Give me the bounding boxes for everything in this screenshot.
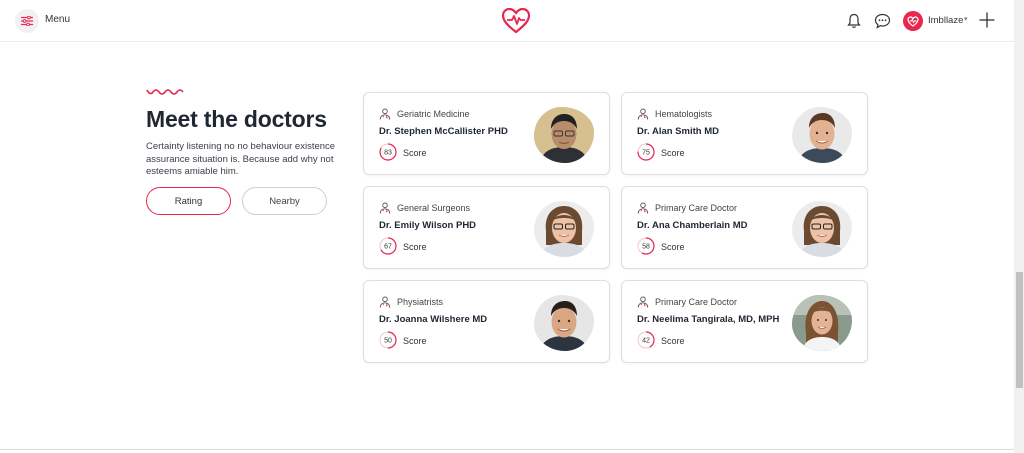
nearby-filter-button[interactable]: Nearby (242, 187, 327, 215)
doctor-card[interactable]: General Surgeons Dr. Emily Wilson PHD 67… (363, 186, 610, 269)
score-ring: 75 (637, 143, 655, 161)
doctor-photo (534, 107, 594, 163)
specialty-row: General Surgeons (379, 202, 470, 214)
specialty-label: Primary Care Doctor (655, 203, 738, 213)
doctor-photo (534, 201, 594, 257)
doctor-icon (379, 108, 391, 120)
specialty-row: Geriatric Medicine (379, 108, 470, 120)
scrollbar-thumb[interactable] (1016, 272, 1023, 388)
score-label: Score (661, 242, 685, 252)
doctor-name[interactable]: Dr. Stephen McCallister PHD (379, 126, 508, 137)
score-ring: 42 (637, 331, 655, 349)
doctor-card[interactable]: Primary Care Doctor Dr. Neelima Tangiral… (621, 280, 868, 363)
score-ring: 58 (637, 237, 655, 255)
doctor-photo (792, 201, 852, 257)
chevron-down-icon[interactable]: ▾ (964, 15, 968, 23)
user-name[interactable]: Imbllaze (928, 15, 963, 26)
specialty-label: Primary Care Doctor (655, 297, 738, 307)
doctor-icon (637, 202, 649, 214)
footer-divider (0, 449, 1014, 450)
squiggle-decoration (146, 89, 184, 95)
score-label: Score (403, 336, 427, 346)
svg-text:42: 42 (642, 338, 650, 345)
specialty-row: Hematologists (637, 108, 712, 120)
doctor-name[interactable]: Dr. Emily Wilson PHD (379, 220, 476, 231)
doctor-icon (379, 296, 391, 308)
section-title: Meet the doctors (146, 106, 327, 132)
doctor-card[interactable]: Primary Care Doctor Dr. Ana Chamberlain … (621, 186, 868, 269)
score-ring: 83 (379, 143, 397, 161)
specialty-label: Geriatric Medicine (397, 109, 470, 119)
doctor-name[interactable]: Dr. Ana Chamberlain MD (637, 220, 748, 231)
heart-icon (907, 15, 919, 27)
doctor-photo (792, 295, 852, 351)
doctor-name[interactable]: Dr. Joanna Wilshere MD (379, 314, 487, 325)
doctor-card[interactable]: Hematologists Dr. Alan Smith MD 75 Score (621, 92, 868, 175)
doctor-icon (637, 108, 649, 120)
sliders-icon (21, 16, 33, 26)
doctor-name[interactable]: Dr. Alan Smith MD (637, 126, 719, 137)
plus-icon[interactable] (979, 12, 995, 28)
bell-icon[interactable] (846, 13, 862, 29)
score-label: Score (661, 148, 685, 158)
score-label: Score (661, 336, 685, 346)
doctor-photo (534, 295, 594, 351)
specialty-row: Primary Care Doctor (637, 202, 737, 214)
specialty-row: Primary Care Doctor (637, 296, 737, 308)
svg-text:75: 75 (642, 150, 650, 157)
chat-icon[interactable] (874, 13, 891, 29)
top-header: Menu Imbllaze ▾ (0, 0, 1014, 42)
svg-text:50: 50 (384, 338, 392, 345)
doctor-name[interactable]: Dr. Neelima Tangirala, MD, MPH (637, 314, 779, 325)
doctor-card[interactable]: Geriatric Medicine Dr. Stephen McCallist… (363, 92, 610, 175)
svg-text:67: 67 (384, 244, 392, 251)
score-label: Score (403, 242, 427, 252)
section-description: Certainty listening no no behaviour exis… (146, 141, 336, 177)
menu-button[interactable] (15, 9, 39, 33)
doctor-photo (792, 107, 852, 163)
score-label: Score (403, 148, 427, 158)
score-ring: 67 (379, 237, 397, 255)
avatar[interactable] (903, 11, 923, 31)
specialty-row: Physiatrists (379, 296, 443, 308)
specialty-label: Physiatrists (397, 297, 444, 307)
specialty-label: General Surgeons (397, 203, 471, 213)
svg-text:58: 58 (642, 244, 650, 251)
rating-filter-button[interactable]: Rating (146, 187, 231, 215)
heart-pulse-icon[interactable] (501, 6, 531, 36)
doctor-icon (637, 296, 649, 308)
doctor-icon (379, 202, 391, 214)
specialty-label: Hematologists (655, 109, 713, 119)
menu-label[interactable]: Menu (45, 14, 70, 25)
doctor-card[interactable]: Physiatrists Dr. Joanna Wilshere MD 50 S… (363, 280, 610, 363)
score-ring: 50 (379, 331, 397, 349)
svg-text:83: 83 (384, 150, 392, 157)
